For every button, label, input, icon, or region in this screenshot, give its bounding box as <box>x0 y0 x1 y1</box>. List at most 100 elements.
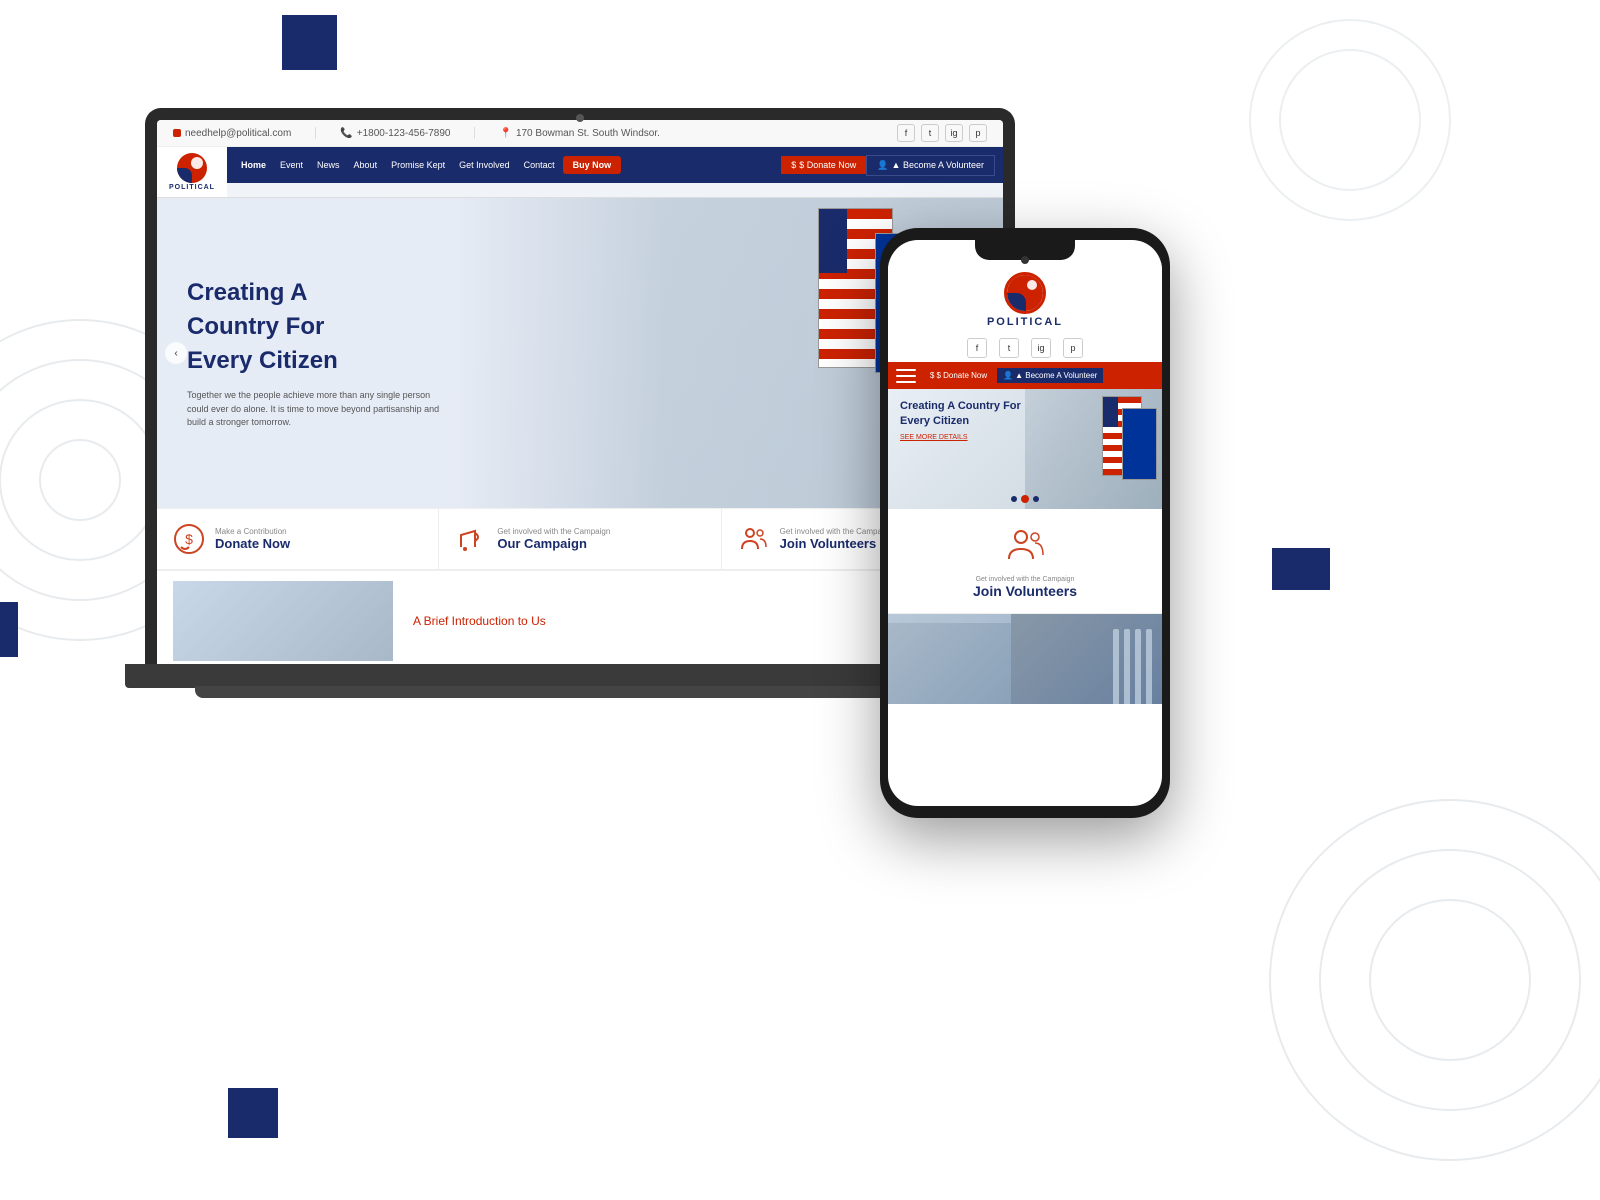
campaign-small-text: Get involved with the Campaign <box>497 527 610 536</box>
scene: needhelp@political.com 📞 +1800-123-456-7… <box>0 0 1600 1200</box>
phone-logo <box>1004 272 1046 314</box>
deco-square-2 <box>0 602 18 657</box>
hero-dot-1 <box>1011 496 1017 502</box>
campaign-card-text: Get involved with the Campaign Our Campa… <box>497 527 610 551</box>
address-text: 170 Bowman St. South Windsor. <box>516 128 660 139</box>
action-cards-row: $ Make a Contribution Donate Now <box>157 508 1003 569</box>
donate-icon-large: $ <box>173 523 205 555</box>
deco-square-3 <box>228 1088 278 1138</box>
phone-donate-button[interactable]: $ $ Donate Now <box>924 368 993 383</box>
address-info: 📍 170 Bowman St. South Windsor. <box>499 128 659 139</box>
intro-title: A Brief Introduction to Us <box>413 614 546 628</box>
phone-content: POLITICAL f t ig p <box>888 240 1162 806</box>
email-icon <box>173 129 181 137</box>
social-icons-group: f t ig p <box>897 124 987 142</box>
location-icon: 📍 <box>499 128 511 139</box>
volunteers-card-text: Get involved with the Campaign Join Volu… <box>780 527 893 551</box>
phone-pinterest-icon[interactable]: p <box>1063 338 1083 358</box>
phone-icon: 📞 <box>340 128 352 139</box>
donate-card[interactable]: $ Make a Contribution Donate Now <box>157 509 439 569</box>
phone-donate-icon: $ <box>930 371 934 380</box>
facebook-icon[interactable]: f <box>897 124 915 142</box>
topbar-divider-2 <box>474 127 475 139</box>
phone-action-icon <box>904 523 1146 572</box>
phone-facebook-icon[interactable]: f <box>967 338 987 358</box>
nav-news[interactable]: News <box>311 156 346 174</box>
twitter-icon[interactable]: t <box>921 124 939 142</box>
laptop-foot <box>195 686 965 698</box>
volunteers-icon <box>738 523 770 555</box>
intro-image <box>173 581 393 661</box>
logo-text: POLITICAL <box>169 184 215 191</box>
phone-logo-section: POLITICAL <box>888 262 1162 334</box>
phone-action-section[interactable]: Get involved with the Campaign Join Volu… <box>888 509 1162 614</box>
buy-now-button[interactable]: Buy Now <box>563 156 622 174</box>
svg-text:$: $ <box>185 531 193 547</box>
phone-see-more-link[interactable]: SEE MORE DETAILS <box>900 434 1150 441</box>
campaign-icon <box>455 523 487 555</box>
website-navbar: Home Event News About Promise Kept Get I… <box>227 147 1003 183</box>
phone-screen: POLITICAL f t ig p <box>888 240 1162 806</box>
deco-square-1 <box>282 15 337 70</box>
phone-volunteer-button[interactable]: 👤 ▲ Become A Volunteer <box>997 368 1103 383</box>
hero-title: Creating A Country For Every Citizen <box>187 276 592 377</box>
phone-text: +1800-123-456-7890 <box>357 128 451 139</box>
hamburger-menu-icon[interactable] <box>896 369 916 383</box>
hero-section: ★ ‹ Creating A Country For Every Citizen… <box>157 198 1003 508</box>
donate-now-button[interactable]: $ $ Donate Now <box>781 156 866 174</box>
hero-subtitle: Together we the people achieve more than… <box>187 389 447 430</box>
hero-content: Creating A Country For Every Citizen Tog… <box>157 256 622 449</box>
volunteers-large-text: Join Volunteers <box>780 536 893 551</box>
nav-event[interactable]: Event <box>274 156 309 174</box>
intro-section: A Brief Introduction to Us <box>157 569 1003 668</box>
volunteer-icon: 👤 <box>877 160 888 171</box>
campaign-card[interactable]: Get involved with the Campaign Our Campa… <box>439 509 721 569</box>
phone-device: POLITICAL f t ig p <box>880 228 1170 818</box>
phone-twitter-icon[interactable]: t <box>999 338 1019 358</box>
phone-hero-dots <box>1011 495 1039 503</box>
hero-dot-3 <box>1033 496 1039 502</box>
campaign-large-text: Our Campaign <box>497 536 610 551</box>
logo-circle <box>177 153 207 183</box>
nav-menu: Home Event News About Promise Kept Get I… <box>235 156 773 174</box>
phone-hero-section: Creating A Country For Every Citizen SEE… <box>888 389 1162 509</box>
phone-social-row: f t ig p <box>888 334 1162 362</box>
topbar-divider-1 <box>315 127 316 139</box>
phone-navbar: $ $ Donate Now 👤 ▲ Become A Volunteer <box>888 362 1162 389</box>
nav-promise[interactable]: Promise Kept <box>385 156 451 174</box>
phone-logo-text: POLITICAL <box>987 316 1063 328</box>
nav-home[interactable]: Home <box>235 156 272 174</box>
donate-card-text: Make a Contribution Donate Now <box>215 527 290 551</box>
phone-hero-title: Creating A Country For Every Citizen <box>900 399 1030 430</box>
volunteers-small-text: Get involved with the Campaign <box>780 527 893 536</box>
email-info: needhelp@political.com <box>173 128 291 139</box>
become-volunteer-button[interactable]: 👤 ▲ Become A Volunteer <box>866 155 995 176</box>
intro-text: A Brief Introduction to Us <box>393 612 546 630</box>
email-text: needhelp@political.com <box>185 128 291 139</box>
donate-icon: $ <box>791 160 796 170</box>
phone-body: POLITICAL f t ig p <box>880 228 1170 818</box>
phone-action-large-label: Join Volunteers <box>904 583 1146 599</box>
phone-instagram-icon[interactable]: ig <box>1031 338 1051 358</box>
website-topbar: needhelp@political.com 📞 +1800-123-456-7… <box>157 120 1003 147</box>
phone-info: 📞 +1800-123-456-7890 <box>340 128 450 139</box>
phone-notch <box>975 240 1075 260</box>
nav-about[interactable]: About <box>348 156 384 174</box>
phone-hero-content: Creating A Country For Every Citizen SEE… <box>888 389 1162 451</box>
hero-prev-button[interactable]: ‹ <box>165 342 187 364</box>
donate-large-text: Donate Now <box>215 536 290 551</box>
pinterest-icon[interactable]: p <box>969 124 987 142</box>
phone-camera <box>1021 256 1029 264</box>
phone-action-small-label: Get involved with the Campaign <box>904 576 1146 583</box>
phone-volunteer-icon: 👤 <box>1003 371 1013 380</box>
hero-dot-2 <box>1021 495 1029 503</box>
nav-contact[interactable]: Contact <box>518 156 561 174</box>
laptop-camera <box>576 114 584 122</box>
phone-intro-image <box>888 614 1162 704</box>
deco-square-4 <box>1272 548 1330 590</box>
laptop-screen: needhelp@political.com 📞 +1800-123-456-7… <box>157 120 1003 668</box>
donate-small-text: Make a Contribution <box>215 527 290 536</box>
site-logo[interactable]: POLITICAL <box>157 147 227 197</box>
nav-getinvolved[interactable]: Get Involved <box>453 156 516 174</box>
instagram-icon[interactable]: ig <box>945 124 963 142</box>
